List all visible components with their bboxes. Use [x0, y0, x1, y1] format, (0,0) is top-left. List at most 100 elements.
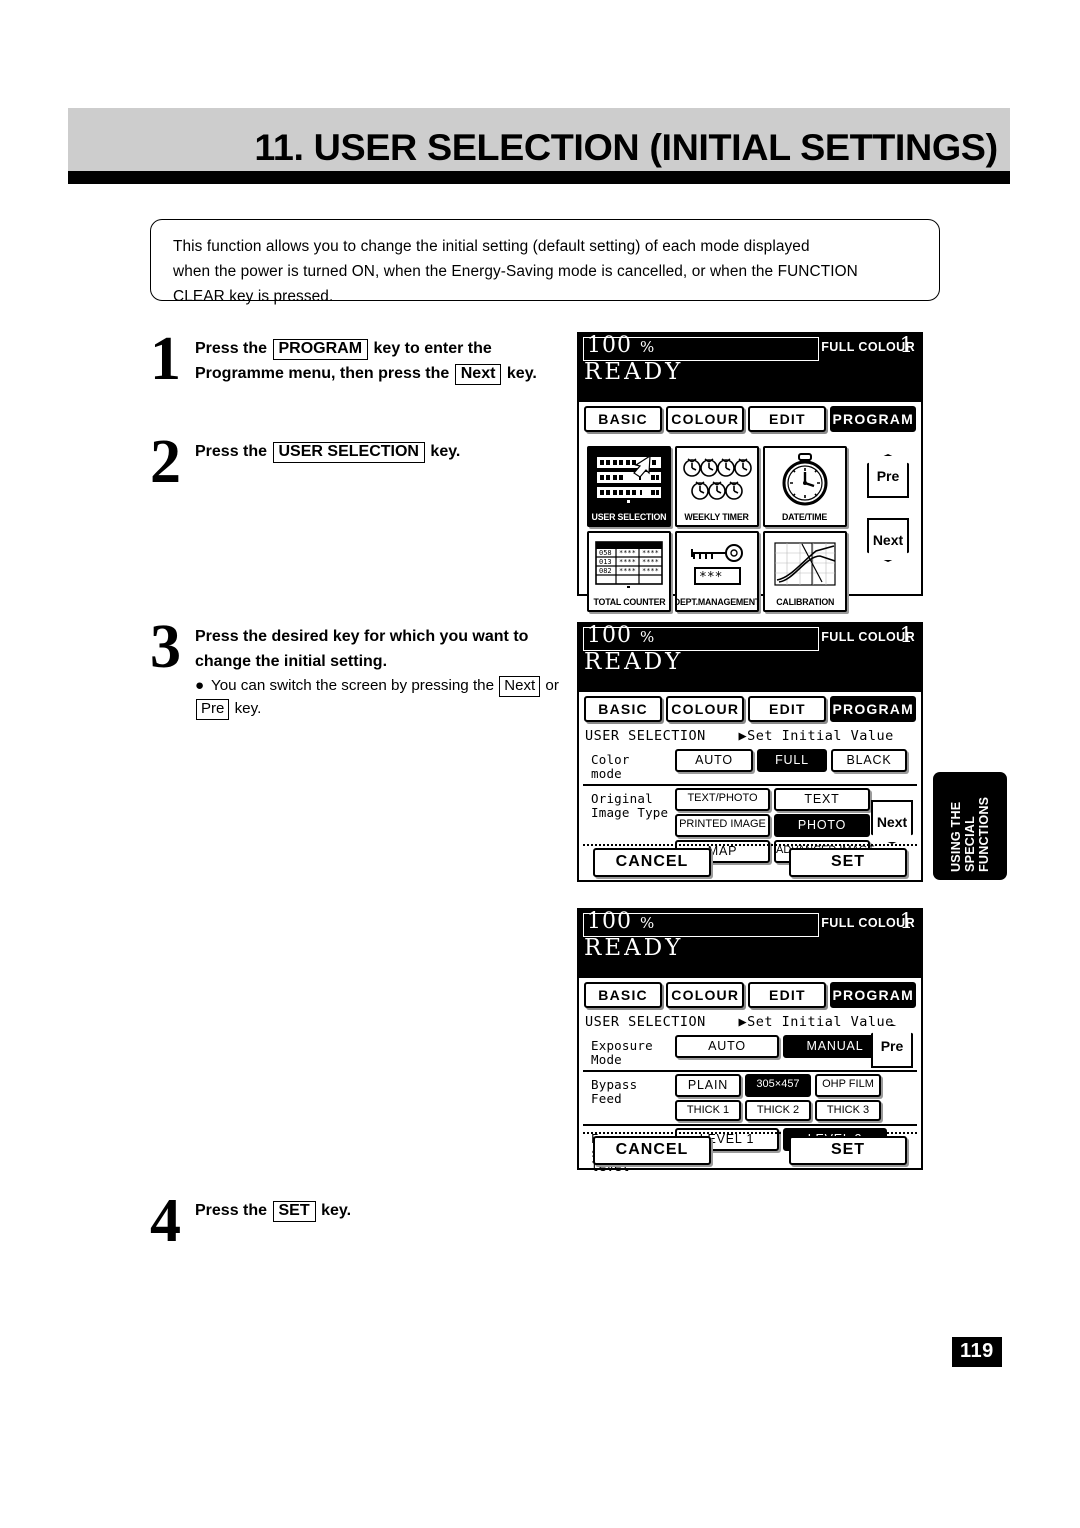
lcd2-footer-separator [583, 844, 917, 846]
step-3-text: Press the desired key for which you want… [195, 628, 529, 670]
option-bypass-thick2[interactable]: THICK 2 [745, 1100, 811, 1121]
breadcrumb-arrow-icon: ▶ [738, 728, 748, 744]
tile-weekly-timer[interactable]: WEEKLY TIMER [675, 446, 759, 527]
lcd3-set-button[interactable]: SET [789, 1136, 907, 1165]
lcd3-breadcrumb-sub: Set Initial Value [747, 1014, 894, 1030]
lcd3-footer[interactable]: CANCEL SET [579, 1136, 921, 1165]
header-rule [68, 171, 1010, 184]
svg-text:****: **** [642, 558, 659, 566]
tab-basic-2[interactable]: BASIC [584, 696, 663, 722]
step-3-number: 3 [150, 613, 181, 681]
tab-colour-2[interactable]: COLOUR [666, 696, 745, 722]
option-photo[interactable]: PHOTO [774, 814, 870, 837]
tile-user-selection[interactable]: USER SELECTION [587, 446, 671, 527]
step-1-text: Press the PROGRAM key to enter the Progr… [195, 336, 570, 386]
lcd2-status-header: 100 % 1 FULL COLOUR READY [579, 624, 921, 692]
setting-label-bypass-feed: Bypass Feed [591, 1077, 638, 1106]
tile-dept-management[interactable]: *** _ DEPT.MANAGEMENT [675, 531, 759, 612]
page-number: 119 [952, 1337, 1002, 1367]
lcd1-prev-button[interactable]: Pre [867, 454, 909, 498]
lcd3-breadcrumb: USER SELECTION ▶Set Initial Value [579, 1010, 921, 1033]
lcd3-tab-row[interactable]: BASIC COLOUR EDIT PROGRAM [579, 978, 921, 1010]
lcd1-status-header: 100 % 1 FULL COLOUR READY [579, 334, 921, 402]
option-printed-image[interactable]: PRINTED IMAGE [675, 814, 770, 837]
tab-program[interactable]: PROGRAM [830, 406, 916, 432]
tab-program-2[interactable]: PROGRAM [830, 696, 916, 722]
bypass-feed-options-row2[interactable]: THICK 1 THICK 2 THICK 3 [675, 1100, 917, 1121]
lcd-panel-user-selection-page1[interactable]: 100 % 1 FULL COLOUR READY BASIC COLOUR E… [577, 622, 923, 882]
lcd2-breadcrumb-title: USER SELECTION [585, 728, 706, 744]
setting-row-bypass-feed: Bypass Feed PLAIN 305×457 OHP FILM THICK … [583, 1070, 917, 1124]
lcd1-body: BASIC COLOUR EDIT PROGRAM USER SELECTION… [579, 402, 921, 612]
lcd1-next-button[interactable]: Next [867, 518, 909, 562]
step-4-text-a: Press the [195, 1202, 268, 1219]
tile-label-dept-management: DEPT.MANAGEMENT [675, 597, 759, 607]
step-1-text-c: key. [506, 365, 537, 382]
tab-basic-3[interactable]: BASIC [584, 982, 663, 1008]
lcd2-tab-row[interactable]: BASIC COLOUR EDIT PROGRAM [579, 692, 921, 724]
tab-colour[interactable]: COLOUR [666, 406, 745, 432]
setting-row-color-mode: Color mode AUTO FULL BLACK [583, 747, 917, 784]
tab-program-3[interactable]: PROGRAM [830, 982, 916, 1008]
tab-edit[interactable]: EDIT [748, 406, 827, 432]
thumb-tab-line-2: SPECIAL [963, 816, 977, 872]
lcd2-breadcrumb: USER SELECTION ▶Set Initial Value [579, 724, 921, 747]
svg-text:****: **** [619, 558, 636, 566]
tile-date-time[interactable]: DATE/TIME [763, 446, 847, 527]
tile-label-user-selection: USER SELECTION [591, 512, 667, 522]
lcd-panel-user-selection-page2[interactable]: 100 % 1 FULL COLOUR READY BASIC COLOUR E… [577, 908, 923, 1174]
lcd3-zoom-ratio: 100 % [587, 910, 655, 935]
option-exposure-auto[interactable]: AUTO [675, 1035, 779, 1058]
step-4-text: Press the SET key. [195, 1198, 570, 1223]
user-selection-icon [589, 448, 669, 512]
lcd2-percent-sign: % [640, 628, 656, 646]
program-key-cap: PROGRAM [272, 339, 369, 360]
breadcrumb-arrow-icon-2: ▶ [738, 1014, 748, 1030]
option-color-auto[interactable]: AUTO [675, 749, 753, 772]
svg-text:****: **** [619, 567, 636, 575]
option-text[interactable]: TEXT [774, 788, 870, 811]
lcd3-body: BASIC COLOUR EDIT PROGRAM USER SELECTION… [579, 978, 921, 1174]
color-mode-options[interactable]: AUTO FULL BLACK [675, 749, 917, 772]
option-bypass-ohp-film[interactable]: OHP FILM [815, 1074, 881, 1097]
bullet-icon: ● [195, 677, 205, 694]
tab-colour-3[interactable]: COLOUR [666, 982, 745, 1008]
intro-box: This function allows you to change the i… [150, 219, 940, 305]
lcd1-status-text: READY [584, 359, 684, 385]
lcd1-colour-mode: FULL COLOUR [821, 340, 915, 354]
lcd1-percent-sign: % [640, 338, 656, 356]
lcd2-footer[interactable]: CANCEL SET [579, 848, 921, 877]
lcd2-zoom-ratio: 100 % [587, 624, 655, 649]
weekly-timer-icon [677, 448, 757, 512]
lcd2-cancel-button[interactable]: CANCEL [593, 848, 711, 877]
lcd3-cancel-button[interactable]: CANCEL [593, 1136, 711, 1165]
lcd1-tab-row[interactable]: BASIC COLOUR EDIT PROGRAM [579, 402, 921, 434]
option-bypass-305x457[interactable]: 305×457 [745, 1074, 811, 1097]
programme-tile-grid[interactable]: USER SELECTION WEEKLY TIMER DATE/TIME 05… [587, 446, 847, 612]
setting-label-exposure-mode: Exposure Mode [591, 1038, 653, 1067]
intro-line-3: CLEAR key is pressed. [173, 288, 334, 305]
section-thumb-tab: USING THE SPECIAL FUNCTIONS [933, 772, 1007, 880]
bypass-feed-options-row1[interactable]: PLAIN 305×457 OHP FILM [675, 1074, 917, 1097]
tile-label-weekly-timer: WEEKLY TIMER [684, 512, 750, 522]
lcd2-set-button[interactable]: SET [789, 848, 907, 877]
dept-management-icon: *** _ [677, 533, 757, 597]
option-color-full[interactable]: FULL [757, 749, 827, 772]
option-bypass-plain[interactable]: PLAIN [675, 1074, 741, 1097]
tile-calibration[interactable]: CALIBRATION [763, 531, 847, 612]
setting-label-color-mode: Color mode [591, 752, 630, 781]
setting-row-exposure-mode: Exposure Mode AUTO MANUAL [583, 1033, 917, 1070]
option-text-photo[interactable]: TEXT/PHOTO [675, 788, 770, 811]
option-bypass-thick3[interactable]: THICK 3 [815, 1100, 881, 1121]
lcd3-zoom-value: 100 [587, 909, 632, 934]
step-3-bullet-mid: or [545, 677, 559, 694]
tab-edit-2[interactable]: EDIT [748, 696, 827, 722]
tile-total-counter[interactable]: 058 013 082 **** **** **** **** **** **** TOT… [587, 531, 671, 612]
option-bypass-thick1[interactable]: THICK 1 [675, 1100, 741, 1121]
option-color-black[interactable]: BLACK [831, 749, 907, 772]
lcd-panel-programme-menu[interactable]: 100 % 1 FULL COLOUR READY BASIC COLOUR E… [577, 332, 923, 612]
tab-edit-3[interactable]: EDIT [748, 982, 827, 1008]
tab-basic[interactable]: BASIC [584, 406, 663, 432]
intro-line-1: This function allows you to change the i… [173, 238, 810, 255]
svg-text:****: **** [642, 567, 659, 575]
